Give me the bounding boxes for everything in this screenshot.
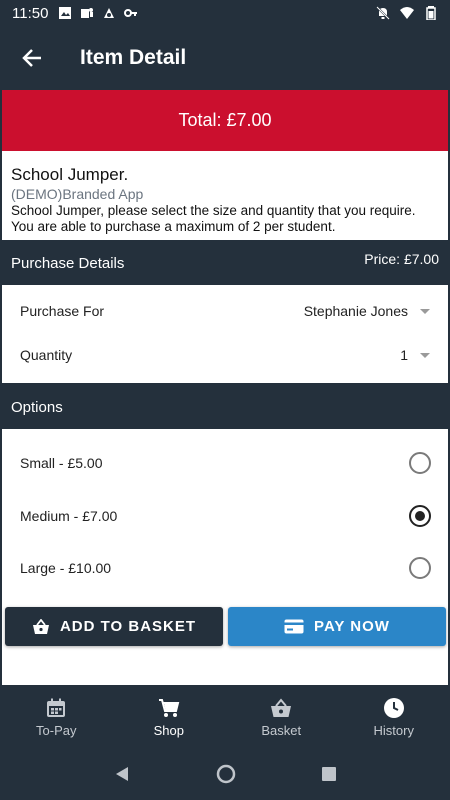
quantity-select[interactable]: 1 <box>400 347 430 363</box>
clock-icon <box>383 697 404 718</box>
quantity-label: Quantity <box>20 347 73 363</box>
option-medium[interactable]: Medium - £7.00 <box>2 491 448 541</box>
option-large[interactable]: Large - £10.00 <box>2 543 448 593</box>
purchase-details-title: Purchase Details <box>11 254 125 272</box>
back-triangle-icon[interactable] <box>113 765 131 783</box>
item-vendor: (DEMO)Branded App <box>11 186 144 202</box>
cart-icon <box>158 698 180 717</box>
total-banner: Total: £7.00 <box>2 90 448 151</box>
status-time: 11:50 <box>12 4 49 22</box>
purchase-details-card: Purchase For Stephanie Jones Quantity 1 <box>2 285 448 383</box>
nav-shop[interactable]: Shop <box>113 686 226 748</box>
quantity-row[interactable]: Quantity 1 <box>2 333 448 377</box>
item-price: Price: £7.00 <box>364 251 439 267</box>
add-to-basket-button[interactable]: ADD TO BASKET <box>5 607 223 646</box>
radio-button[interactable] <box>409 557 431 579</box>
item-name: School Jumper. <box>11 165 129 184</box>
radio-button[interactable] <box>409 505 431 527</box>
purchase-for-row[interactable]: Purchase For Stephanie Jones <box>2 289 448 333</box>
radio-button[interactable] <box>409 452 431 474</box>
option-small[interactable]: Small - £5.00 <box>2 438 448 488</box>
page-title: Item Detail <box>80 46 187 69</box>
option-label: Large - £10.00 <box>20 560 112 576</box>
status-bar: 11:50 <box>0 0 450 26</box>
bell-off-icon <box>376 6 390 20</box>
home-circle-icon[interactable] <box>216 764 236 784</box>
image-icon <box>59 7 72 19</box>
item-info-card: School Jumper. (DEMO)Branded App School … <box>2 151 448 240</box>
nav-label: To-Pay <box>36 722 77 738</box>
basket-icon <box>271 697 292 717</box>
system-navigation-bar <box>0 748 450 800</box>
purchase-for-label: Purchase For <box>20 303 105 319</box>
basket-icon <box>32 618 49 634</box>
purchase-for-value: Stephanie Jones <box>303 303 408 319</box>
bottom-navigation: To-Pay Shop Basket History <box>0 686 450 748</box>
nav-label: History <box>373 722 414 738</box>
options-header: Options <box>0 385 450 429</box>
calendar-icon <box>47 698 66 717</box>
pay-now-button[interactable]: PAY NOW <box>228 607 446 646</box>
options-card: Small - £5.00 Medium - £7.00 Large - £10… <box>2 429 448 685</box>
key-icon <box>124 9 138 17</box>
battery-icon <box>426 6 436 20</box>
nav-label: Shop <box>153 722 184 738</box>
item-description: School Jumper, please select the size an… <box>11 203 416 234</box>
option-label: Small - £5.00 <box>20 455 103 471</box>
options-title: Options <box>11 398 63 416</box>
teams-icon <box>81 8 94 18</box>
purchase-details-header: Purchase Details Price: £7.00 <box>0 241 450 285</box>
nav-label: Basket <box>261 722 302 738</box>
nav-history[interactable]: History <box>338 686 450 748</box>
tomorrow-icon <box>104 8 115 18</box>
add-to-basket-label: ADD TO BASKET <box>59 618 197 635</box>
purchase-for-select[interactable]: Stephanie Jones <box>304 303 430 319</box>
back-button[interactable] <box>0 26 64 90</box>
nav-basket[interactable]: Basket <box>225 686 338 748</box>
pay-now-label: PAY NOW <box>314 618 390 635</box>
nav-to-pay[interactable]: To-Pay <box>0 686 113 748</box>
option-label: Medium - £7.00 <box>20 508 118 524</box>
credit-card-icon <box>284 619 304 634</box>
recents-square-icon[interactable] <box>321 766 337 782</box>
arrow-left-icon <box>22 49 41 67</box>
quantity-value: 1 <box>400 347 408 363</box>
total-label: Total: £7.00 <box>178 110 272 130</box>
app-bar: Item Detail <box>0 26 450 90</box>
chevron-down-icon <box>420 352 430 358</box>
chevron-down-icon <box>420 308 430 314</box>
wifi-icon <box>400 7 414 19</box>
